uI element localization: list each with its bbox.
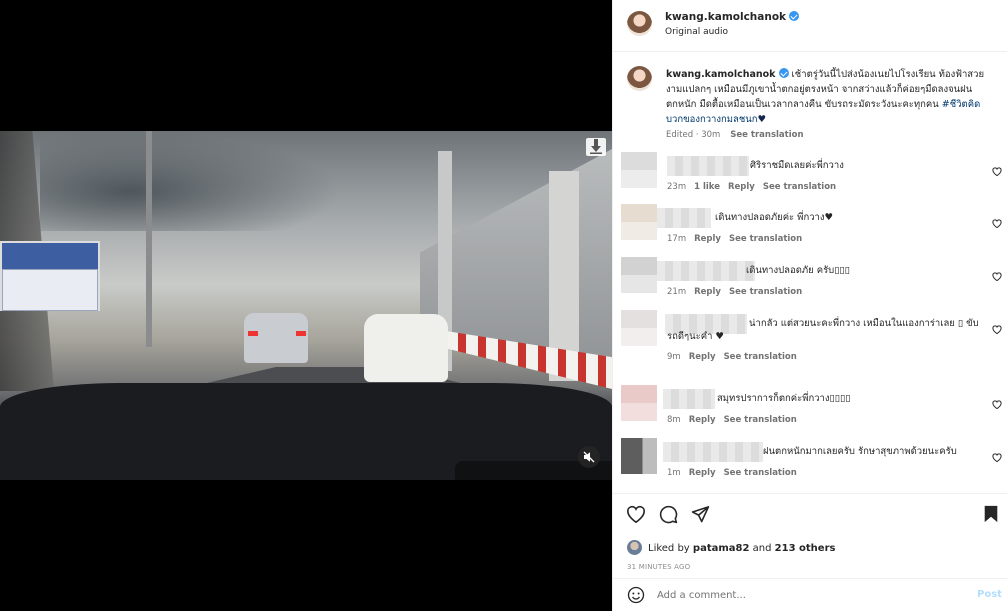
- caption-username[interactable]: kwang.kamolchanok: [666, 69, 776, 80]
- liked-by-label: Liked by: [648, 543, 690, 554]
- heart-outline-icon[interactable]: [626, 505, 646, 523]
- post-timestamp[interactable]: 31 MINUTES AGO: [627, 563, 690, 571]
- see-translation-link[interactable]: See translation: [724, 352, 797, 362]
- paper-plane-icon[interactable]: [691, 505, 710, 523]
- heart-small-icon[interactable]: [992, 272, 1002, 281]
- heart-small-icon[interactable]: [992, 400, 1002, 409]
- heart-small-icon[interactable]: [992, 219, 1002, 228]
- avatar[interactable]: [621, 438, 657, 474]
- see-translation-link[interactable]: See translation: [724, 468, 797, 478]
- liked-by-user[interactable]: patama82: [693, 543, 750, 554]
- comment-text: น่ากลัว แต่สวยนะคะพี่กวาง เหมือนในแองการ…: [667, 318, 979, 342]
- comment-meta: 21m Reply See translation: [667, 287, 802, 297]
- comment-text: ฝนตกหนักมากเลยครับ รักษาสุขภาพด้วยนะครับ: [763, 446, 957, 457]
- see-translation-link[interactable]: See translation: [724, 415, 797, 425]
- caption-edited-time: Edited · 30m: [666, 130, 721, 140]
- comment-text: เดินทางปลอดภัย ครับ▯▯▯: [746, 265, 850, 276]
- comment-time: 23m: [667, 182, 687, 192]
- reply-button[interactable]: Reply: [728, 182, 755, 192]
- comment-time: 9m: [667, 352, 681, 362]
- comment-item: น่ากลัว แต่สวยนะคะพี่กวาง เหมือนในแองการ…: [613, 306, 1007, 368]
- comment-item: สมุทรปราการก็ตกค่ะพี่กวาง▯▯▯▯ 8m Reply See…: [613, 381, 1007, 431]
- video-car-white: [364, 314, 448, 382]
- reel-video[interactable]: [0, 131, 612, 480]
- blurred-username[interactable]: [663, 442, 763, 462]
- header-username[interactable]: kwang.kamolchanok: [665, 11, 800, 23]
- avatar[interactable]: [627, 11, 652, 36]
- see-translation-link[interactable]: See translation: [729, 287, 802, 297]
- avatar[interactable]: [621, 385, 657, 421]
- video-storm-cloud: [40, 131, 340, 231]
- blurred-username[interactable]: [657, 261, 755, 281]
- heart-small-icon[interactable]: [992, 167, 1002, 176]
- avatar[interactable]: [621, 257, 657, 293]
- video-tail-light: [248, 331, 258, 336]
- comment-time: 17m: [667, 234, 687, 244]
- media-pane: [0, 0, 612, 611]
- comment-meta: 8m Reply See translation: [667, 415, 797, 425]
- bookmark-filled-icon[interactable]: [983, 505, 999, 523]
- comment-item: ฝนตกหนักมากเลยครับ รักษาสุขภาพด้วยนะครับ…: [613, 434, 1007, 484]
- see-translation-link[interactable]: See translation: [763, 182, 836, 192]
- avatar[interactable]: [627, 540, 642, 555]
- comment-time: 1m: [667, 468, 681, 478]
- comment-time: 8m: [667, 415, 681, 425]
- comment-input[interactable]: [657, 586, 957, 605]
- avatar[interactable]: [627, 66, 652, 91]
- liked-by-and: and: [752, 543, 772, 554]
- blurred-username[interactable]: [663, 389, 715, 409]
- see-translation-link[interactable]: See translation: [729, 234, 802, 244]
- comment-composer: Post: [613, 578, 1007, 611]
- comment-meta: 9m Reply See translation: [667, 352, 797, 362]
- blurred-username[interactable]: [657, 208, 711, 228]
- muted-speaker-icon[interactable]: [578, 446, 600, 468]
- avatar[interactable]: [621, 204, 657, 240]
- liked-by: Liked by patama82 and 213 others: [627, 540, 835, 555]
- avatar[interactable]: [621, 310, 657, 346]
- heart-emoji: ♥: [757, 114, 767, 125]
- post-button[interactable]: Post: [977, 589, 1002, 600]
- caption-text: kwang.kamolchanok เช้าตรู่วันนี้ไปส่งน้อ…: [666, 67, 996, 127]
- likes-count[interactable]: 213 others: [775, 543, 836, 554]
- see-translation-link[interactable]: See translation: [730, 130, 803, 140]
- comment-text: เดินทางปลอดภัยค่ะ พี่กวาง♥: [715, 212, 834, 223]
- download-icon[interactable]: [586, 138, 606, 156]
- emoji-icon[interactable]: [627, 586, 645, 604]
- verified-badge-icon: [789, 11, 800, 21]
- video-tail-light: [296, 331, 306, 336]
- audio-label[interactable]: Original audio: [665, 27, 728, 37]
- comment-list: ศิริราชมืดเลยค่ะพี่กวาง 23m 1 like Reply Se…: [613, 148, 1007, 488]
- post-actions: Liked by patama82 and 213 others 31 MINU…: [613, 493, 1007, 588]
- comment-text: สมุทรปราการก็ตกค่ะพี่กวาง▯▯▯▯: [717, 393, 851, 404]
- comment-item: เดินทางปลอดภัยค่ะ พี่กวาง♥ 17m Reply See t…: [613, 200, 1007, 250]
- post-side-panel: kwang.kamolchanok Original audio kwang.k…: [612, 0, 1007, 611]
- reply-button[interactable]: Reply: [689, 415, 716, 425]
- verified-badge-icon: [778, 68, 789, 78]
- video-billboard-lower: [2, 269, 98, 311]
- reply-button[interactable]: Reply: [694, 234, 721, 244]
- heart-small-icon[interactable]: [992, 453, 1002, 462]
- comment-meta: 17m Reply See translation: [667, 234, 802, 244]
- comment-item: ศิริราชมืดเลยค่ะพี่กวาง 23m 1 like Reply Se…: [613, 148, 1007, 198]
- comment-text: ศิริราชมืดเลยค่ะพี่กวาง: [750, 160, 844, 171]
- comment-item: เดินทางปลอดภัย ครับ▯▯▯ 21m Reply See trans…: [613, 253, 1007, 303]
- comment-likes[interactable]: 1 like: [694, 182, 720, 192]
- comment-meta: 23m 1 like Reply See translation: [667, 182, 836, 192]
- video-car-silver: [244, 313, 308, 363]
- video-utility-pole: [146, 131, 152, 347]
- post-header: kwang.kamolchanok Original audio: [613, 0, 1007, 52]
- blurred-username[interactable]: [667, 156, 749, 176]
- avatar[interactable]: [621, 152, 657, 188]
- reply-button[interactable]: Reply: [689, 352, 716, 362]
- post-caption: kwang.kamolchanok เช้าตรู่วันนี้ไปส่งน้อ…: [613, 52, 1007, 148]
- reply-button[interactable]: Reply: [694, 287, 721, 297]
- caption-meta: Edited · 30m See translation: [666, 130, 804, 140]
- comment-bubble-icon[interactable]: [659, 505, 678, 524]
- comment-time: 21m: [667, 287, 687, 297]
- comment-meta: 1m Reply See translation: [667, 468, 797, 478]
- heart-small-icon[interactable]: [992, 325, 1002, 334]
- reply-button[interactable]: Reply: [689, 468, 716, 478]
